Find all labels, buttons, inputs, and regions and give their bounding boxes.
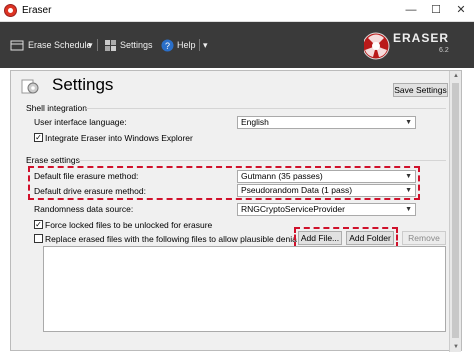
logo-version: 6.2 <box>439 47 449 54</box>
scroll-up-icon[interactable]: ▲ <box>450 71 462 81</box>
eraser-logo: ERASER 6.2 <box>362 28 454 64</box>
svg-text:?: ? <box>165 41 170 51</box>
group-divider <box>78 160 446 161</box>
maximize-button[interactable]: ☐ <box>423 0 449 20</box>
help-button[interactable]: ? Help <box>161 38 196 52</box>
page-title: Settings <box>52 75 114 94</box>
settings-gear-icon <box>21 79 39 94</box>
randomness-source-value: RNGCryptoServiceProvider <box>241 204 345 214</box>
settings-label: Settings <box>120 40 153 50</box>
highlight-erasure-methods <box>28 166 420 200</box>
help-label: Help <box>177 40 196 50</box>
shell-integration-header: Shell integration <box>26 103 87 113</box>
force-unlock-checkbox[interactable]: ✓ <box>34 220 43 229</box>
language-label: User interface language: <box>34 117 127 127</box>
force-unlock-label: Force locked files to be unlocked for er… <box>45 220 213 230</box>
highlight-add-buttons <box>294 227 398 248</box>
erase-schedule-label: Erase Schedule <box>28 40 92 50</box>
chevron-down-icon: ▼ <box>405 206 412 213</box>
toolbar-divider <box>199 39 200 51</box>
replace-files-checkbox[interactable] <box>34 234 43 243</box>
save-settings-button[interactable]: Save Settings <box>393 83 448 97</box>
help-icon: ? <box>161 39 174 51</box>
erase-schedule-dropdown[interactable]: ▾ <box>88 38 93 52</box>
logo-text: ERASER <box>393 31 450 45</box>
replace-files-label: Replace erased files with the following … <box>45 234 297 244</box>
chevron-down-icon: ▼ <box>405 119 412 126</box>
erase-settings-header: Erase settings <box>26 155 80 165</box>
window-title: Eraser <box>22 5 52 16</box>
randomness-source-label: Randomness data source: <box>34 204 134 214</box>
scrollbar-thumb[interactable] <box>452 83 459 338</box>
eraser-app-icon <box>4 4 17 17</box>
randomness-source-select[interactable]: RNGCryptoServiceProvider ▼ <box>237 203 416 216</box>
integrate-explorer-checkbox[interactable]: ✓ <box>34 133 43 142</box>
group-divider <box>86 108 446 109</box>
language-value: English <box>241 117 269 127</box>
remove-button[interactable]: Remove <box>402 231 446 245</box>
title-bar: Eraser — ☐ ✕ <box>0 0 474 22</box>
minimize-button[interactable]: — <box>398 0 424 20</box>
chevron-down-icon: ▾ <box>88 39 93 50</box>
deniability-files-list[interactable] <box>43 246 446 332</box>
integrate-explorer-label: Integrate Eraser into Windows Explorer <box>45 133 193 143</box>
toolbar-divider <box>97 39 98 51</box>
erase-schedule-button[interactable]: Erase Schedule <box>10 38 92 52</box>
vertical-scrollbar[interactable]: ▲ ▼ <box>449 71 461 352</box>
settings-button[interactable]: Settings <box>104 38 153 52</box>
chevron-down-icon: ▾ <box>203 39 208 50</box>
language-select[interactable]: English ▼ <box>237 116 416 129</box>
settings-icon <box>105 39 116 51</box>
toolbar: Erase Schedule ▾ Settings ? Help ▾ ERASE… <box>0 22 474 68</box>
schedule-icon <box>10 40 24 51</box>
help-dropdown[interactable]: ▾ <box>203 38 208 52</box>
close-button[interactable]: ✕ <box>448 0 474 20</box>
